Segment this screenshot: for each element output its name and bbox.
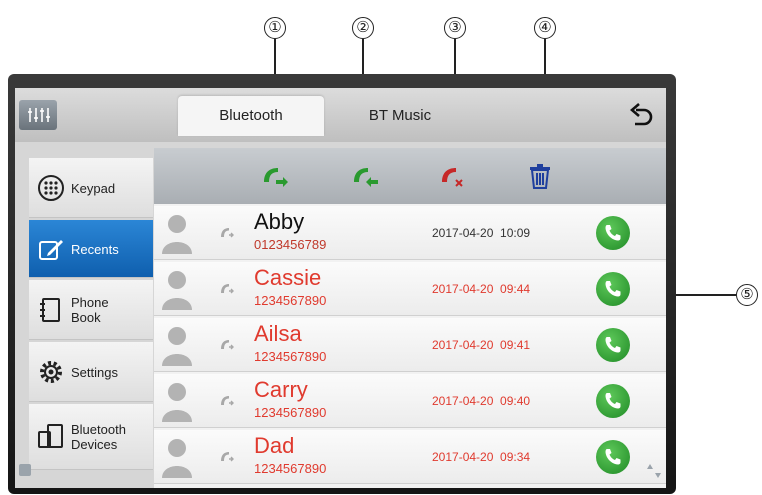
phone-icon — [605, 225, 621, 241]
phone-icon — [605, 449, 621, 465]
call-type-icon — [221, 284, 234, 294]
phone-icon — [605, 281, 621, 297]
call-timestamp: 2017-04-20 09:34 — [432, 450, 531, 464]
contact-number: 1234567890 — [254, 293, 327, 308]
call-log-row[interactable]: Dad 1234567890 2017-04-20 09:34 — [154, 430, 666, 484]
sidebar-item-bluetooth-devices[interactable]: Bluetooth Devices — [29, 404, 153, 470]
call-timestamp: 2017-04-20 09:44 — [432, 282, 531, 296]
phone-icon — [605, 337, 621, 353]
call-type-icon — [221, 228, 234, 238]
contact-avatar-icon — [162, 327, 192, 366]
scroll-handle-icon[interactable] — [15, 458, 37, 480]
sidebar-item-label: Bluetooth Devices — [71, 422, 126, 452]
missed-calls-icon — [442, 168, 463, 187]
contact-name: Carry — [254, 377, 308, 402]
contact-avatar-icon — [162, 215, 192, 254]
outgoing-calls-filter[interactable] — [258, 160, 290, 192]
phonebook-icon — [40, 298, 60, 322]
call-type-icon — [221, 396, 234, 406]
phone-icon — [605, 393, 621, 409]
call-type-icon — [221, 452, 234, 462]
call-log-panel: Abby 0123456789 2017-04-20 10:09 Cassie 1234… — [154, 148, 666, 488]
tab-bt-music[interactable]: BT Music — [335, 96, 465, 136]
settings-gear-icon — [40, 361, 62, 383]
scroll-updown-icon[interactable] — [643, 460, 665, 482]
keypad-icon — [38, 175, 64, 201]
sidebar-item-settings[interactable]: Settings — [29, 342, 153, 402]
missed-calls-filter[interactable] — [436, 160, 468, 192]
top-bar: Bluetooth BT Music — [15, 88, 666, 142]
contact-number: 1234567890 — [254, 405, 327, 420]
call-timestamp: 2017-04-20 09:41 — [432, 338, 531, 352]
sidebar-item-phone-book[interactable]: Phone Book — [29, 280, 153, 340]
contact-number: 1234567890 — [254, 461, 327, 476]
call-back-button[interactable] — [596, 216, 630, 250]
recents-icon — [39, 240, 63, 260]
bluetooth-screen: Bluetooth BT Music Keypad Recents Phone … — [15, 88, 666, 488]
sidebar: Keypad Recents Phone Book Settings Bluet… — [15, 148, 153, 488]
sidebar-item-label: Keypad — [71, 181, 116, 196]
callout-2: ② — [352, 17, 374, 39]
call-timestamp: 2017-04-20 09:40 — [432, 394, 531, 408]
contact-name: Cassie — [254, 265, 322, 290]
equalizer-button[interactable] — [19, 100, 57, 130]
contact-avatar-icon — [162, 439, 192, 478]
contact-name: Dad — [254, 433, 295, 458]
back-button[interactable] — [626, 98, 660, 132]
call-log-row[interactable]: Cassie 1234567890 2017-04-20 09:44 — [154, 262, 666, 316]
call-back-button[interactable] — [596, 440, 630, 474]
contact-name: Ailsa — [254, 321, 302, 346]
call-type-icon — [221, 340, 234, 350]
outgoing-calls-icon — [264, 168, 288, 187]
back-arrow-icon — [630, 103, 653, 126]
sidebar-item-keypad[interactable]: Keypad — [29, 158, 153, 218]
call-log-row[interactable]: Ailsa 1234567890 2017-04-20 09:41 — [154, 318, 666, 372]
call-back-button[interactable] — [596, 328, 630, 362]
sidebar-item-label: Settings — [71, 365, 118, 380]
contact-number: 1234567890 — [254, 349, 327, 364]
sidebar-item-label: Recents — [71, 242, 119, 257]
call-timestamp: 2017-04-20 10:09 — [432, 226, 531, 240]
sidebar-item-recents[interactable]: Recents — [29, 220, 153, 278]
delete-call-log-button[interactable] — [524, 160, 556, 192]
tab-bluetooth[interactable]: Bluetooth — [178, 96, 324, 136]
call-log-row[interactable]: Abby 0123456789 2017-04-20 10:09 — [154, 206, 666, 260]
bluetooth-devices-icon — [38, 424, 63, 448]
call-back-button[interactable] — [596, 272, 630, 306]
sidebar-item-label: Phone Book — [71, 295, 109, 325]
contact-name: Abby — [254, 209, 305, 234]
incoming-calls-filter[interactable] — [348, 160, 380, 192]
incoming-calls-icon — [354, 168, 378, 187]
contact-avatar-icon — [162, 271, 192, 310]
callout-1: ① — [264, 17, 286, 39]
callout-3: ③ — [444, 17, 466, 39]
contact-avatar-icon — [162, 383, 192, 422]
equalizer-icon — [28, 108, 50, 122]
call-filter-toolbar — [154, 148, 666, 204]
call-log-row[interactable]: Carry 1234567890 2017-04-20 09:40 — [154, 374, 666, 428]
contact-number: 0123456789 — [254, 237, 327, 252]
callout-4: ④ — [534, 17, 556, 39]
delete-trash-icon — [530, 164, 550, 189]
callout-5: ⑤ — [736, 284, 758, 306]
call-back-button[interactable] — [596, 384, 630, 418]
